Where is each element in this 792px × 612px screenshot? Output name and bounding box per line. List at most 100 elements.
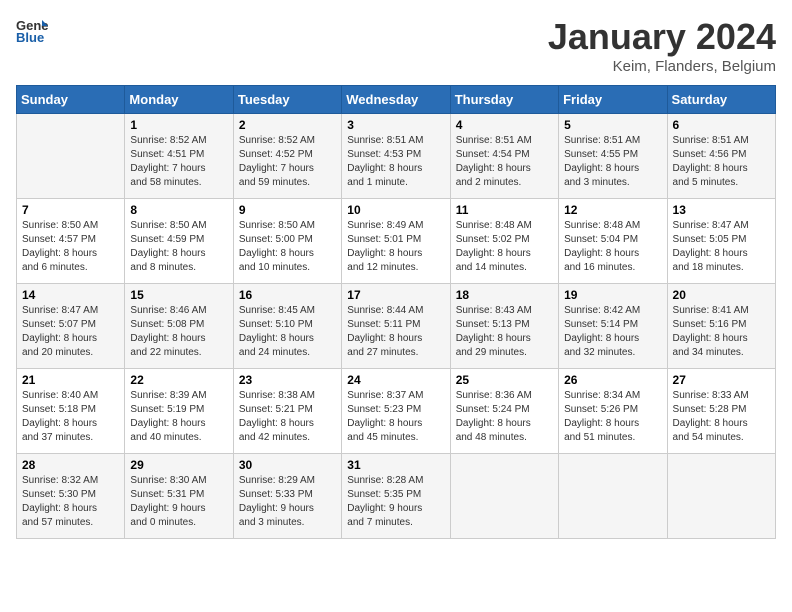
day-number: 10 (347, 203, 444, 217)
calendar-day-header: Tuesday (233, 86, 341, 114)
day-number: 25 (456, 373, 553, 387)
calendar-cell: 21Sunrise: 8:40 AM Sunset: 5:18 PM Dayli… (17, 369, 125, 454)
calendar-cell: 5Sunrise: 8:51 AM Sunset: 4:55 PM Daylig… (559, 114, 667, 199)
calendar-cell: 23 Sunrise: 8:38 AM Sunset: 5:21 PM Dayli… (233, 369, 341, 454)
page-header: General Blue January 2024 Keim, Flanders… (16, 16, 776, 75)
day-number: 26 (564, 373, 661, 387)
calendar-cell: 10 Sunrise: 8:49 AM Sunset: 5:01 PM Dayli… (342, 199, 450, 284)
logo-icon: General Blue (16, 16, 48, 44)
day-info: Sunrise: 8:46 AM Sunset: 5:08 PM Dayligh… (130, 304, 227, 360)
day-number: 27 (673, 373, 770, 387)
calendar-cell: 12 Sunrise: 8:48 AM Sunset: 5:04 PM Dayli… (559, 199, 667, 284)
calendar-day-header: Wednesday (342, 86, 450, 114)
day-info: Sunrise: 8:36 AM Sunset: 5:24 PM Dayligh… (456, 389, 553, 445)
day-number: 15 (130, 288, 227, 302)
calendar-week-row: 1 Sunrise: 8:52 AM Sunset: 4:51 PM Daylig… (17, 114, 776, 199)
day-info: Sunrise: 8:49 AM Sunset: 5:01 PM Dayligh… (347, 219, 444, 275)
calendar-cell: 1 Sunrise: 8:52 AM Sunset: 4:51 PM Daylig… (125, 114, 233, 199)
calendar-week-row: 21Sunrise: 8:40 AM Sunset: 5:18 PM Dayli… (17, 369, 776, 454)
day-info: Sunrise: 8:41 AM Sunset: 5:16 PM Dayligh… (673, 304, 770, 360)
calendar-cell: 20 Sunrise: 8:41 AM Sunset: 5:16 PM Dayli… (667, 284, 775, 369)
day-number: 14 (22, 288, 119, 302)
calendar-cell: 11Sunrise: 8:48 AM Sunset: 5:02 PM Dayli… (450, 199, 558, 284)
day-info: Sunrise: 8:33 AM Sunset: 5:28 PM Dayligh… (673, 389, 770, 445)
svg-text:Blue: Blue (16, 30, 44, 44)
day-number: 20 (673, 288, 770, 302)
day-info: Sunrise: 8:44 AM Sunset: 5:11 PM Dayligh… (347, 304, 444, 360)
location-subtitle: Keim, Flanders, Belgium (548, 58, 776, 75)
day-number: 2 (239, 118, 336, 132)
day-number: 24 (347, 373, 444, 387)
day-number: 13 (673, 203, 770, 217)
day-info: Sunrise: 8:42 AM Sunset: 5:14 PM Dayligh… (564, 304, 661, 360)
calendar-day-header: Saturday (667, 86, 775, 114)
day-info: Sunrise: 8:29 AM Sunset: 5:33 PM Dayligh… (239, 474, 336, 530)
calendar-cell: 19 Sunrise: 8:42 AM Sunset: 5:14 PM Dayli… (559, 284, 667, 369)
month-title: January 2024 (548, 16, 776, 58)
calendar-cell: 31Sunrise: 8:28 AM Sunset: 5:35 PM Dayli… (342, 454, 450, 539)
day-number: 29 (130, 458, 227, 472)
day-info: Sunrise: 8:51 AM Sunset: 4:54 PM Dayligh… (456, 134, 553, 190)
day-info: Sunrise: 8:37 AM Sunset: 5:23 PM Dayligh… (347, 389, 444, 445)
calendar-day-header: Monday (125, 86, 233, 114)
calendar-cell: 9 Sunrise: 8:50 AM Sunset: 5:00 PM Daylig… (233, 199, 341, 284)
day-info: Sunrise: 8:34 AM Sunset: 5:26 PM Dayligh… (564, 389, 661, 445)
day-info: Sunrise: 8:47 AM Sunset: 5:05 PM Dayligh… (673, 219, 770, 275)
day-info: Sunrise: 8:52 AM Sunset: 4:51 PM Dayligh… (130, 134, 227, 190)
day-number: 23 (239, 373, 336, 387)
calendar-cell: 4 Sunrise: 8:51 AM Sunset: 4:54 PM Daylig… (450, 114, 558, 199)
calendar-cell: 3 Sunrise: 8:51 AM Sunset: 4:53 PM Daylig… (342, 114, 450, 199)
day-number: 16 (239, 288, 336, 302)
day-info: Sunrise: 8:38 AM Sunset: 5:21 PM Dayligh… (239, 389, 336, 445)
day-number: 18 (456, 288, 553, 302)
day-number: 30 (239, 458, 336, 472)
day-number: 7 (22, 203, 119, 217)
calendar-day-header: Sunday (17, 86, 125, 114)
calendar-cell: 27 Sunrise: 8:33 AM Sunset: 5:28 PM Dayli… (667, 369, 775, 454)
day-number: 8 (130, 203, 227, 217)
day-info: Sunrise: 8:40 AM Sunset: 5:18 PM Dayligh… (22, 389, 119, 445)
day-number: 17 (347, 288, 444, 302)
day-number: 12 (564, 203, 661, 217)
day-number: 9 (239, 203, 336, 217)
day-number: 1 (130, 118, 227, 132)
calendar-cell: 30 Sunrise: 8:29 AM Sunset: 5:33 PM Dayli… (233, 454, 341, 539)
day-number: 3 (347, 118, 444, 132)
day-info: Sunrise: 8:50 AM Sunset: 4:57 PM Dayligh… (22, 219, 119, 275)
calendar-cell: 16 Sunrise: 8:45 AM Sunset: 5:10 PM Dayli… (233, 284, 341, 369)
calendar-cell: 26 Sunrise: 8:34 AM Sunset: 5:26 PM Dayli… (559, 369, 667, 454)
day-number: 28 (22, 458, 119, 472)
day-info: Sunrise: 8:48 AM Sunset: 5:04 PM Dayligh… (564, 219, 661, 275)
calendar-cell: 22Sunrise: 8:39 AM Sunset: 5:19 PM Dayli… (125, 369, 233, 454)
title-block: January 2024 Keim, Flanders, Belgium (548, 16, 776, 75)
calendar-cell: 2Sunrise: 8:52 AM Sunset: 4:52 PM Daylig… (233, 114, 341, 199)
calendar-table: SundayMondayTuesdayWednesdayThursdayFrid… (16, 85, 776, 539)
day-number: 19 (564, 288, 661, 302)
calendar-cell: 18 Sunrise: 8:43 AM Sunset: 5:13 PM Dayli… (450, 284, 558, 369)
calendar-cell: 7 Sunrise: 8:50 AM Sunset: 4:57 PM Daylig… (17, 199, 125, 284)
calendar-cell: 28Sunrise: 8:32 AM Sunset: 5:30 PM Dayli… (17, 454, 125, 539)
calendar-cell: 24 Sunrise: 8:37 AM Sunset: 5:23 PM Dayli… (342, 369, 450, 454)
calendar-week-row: 14 Sunrise: 8:47 AM Sunset: 5:07 PM Dayli… (17, 284, 776, 369)
day-info: Sunrise: 8:51 AM Sunset: 4:56 PM Dayligh… (673, 134, 770, 190)
calendar-cell: 17 Sunrise: 8:44 AM Sunset: 5:11 PM Dayli… (342, 284, 450, 369)
day-number: 4 (456, 118, 553, 132)
day-info: Sunrise: 8:43 AM Sunset: 5:13 PM Dayligh… (456, 304, 553, 360)
day-info: Sunrise: 8:48 AM Sunset: 5:02 PM Dayligh… (456, 219, 553, 275)
day-info: Sunrise: 8:50 AM Sunset: 4:59 PM Dayligh… (130, 219, 227, 275)
calendar-cell: 15 Sunrise: 8:46 AM Sunset: 5:08 PM Dayli… (125, 284, 233, 369)
day-info: Sunrise: 8:51 AM Sunset: 4:55 PM Dayligh… (564, 134, 661, 190)
day-info: Sunrise: 8:39 AM Sunset: 5:19 PM Dayligh… (130, 389, 227, 445)
day-info: Sunrise: 8:51 AM Sunset: 4:53 PM Dayligh… (347, 134, 444, 190)
calendar-cell: 8 Sunrise: 8:50 AM Sunset: 4:59 PM Daylig… (125, 199, 233, 284)
day-info: Sunrise: 8:30 AM Sunset: 5:31 PM Dayligh… (130, 474, 227, 530)
calendar-week-row: 7 Sunrise: 8:50 AM Sunset: 4:57 PM Daylig… (17, 199, 776, 284)
logo: General Blue (16, 16, 48, 44)
calendar-cell: 14 Sunrise: 8:47 AM Sunset: 5:07 PM Dayli… (17, 284, 125, 369)
calendar-cell: 6Sunrise: 8:51 AM Sunset: 4:56 PM Daylig… (667, 114, 775, 199)
day-info: Sunrise: 8:50 AM Sunset: 5:00 PM Dayligh… (239, 219, 336, 275)
day-info: Sunrise: 8:47 AM Sunset: 5:07 PM Dayligh… (22, 304, 119, 360)
calendar-day-header: Thursday (450, 86, 558, 114)
day-info: Sunrise: 8:45 AM Sunset: 5:10 PM Dayligh… (239, 304, 336, 360)
calendar-week-row: 28Sunrise: 8:32 AM Sunset: 5:30 PM Dayli… (17, 454, 776, 539)
